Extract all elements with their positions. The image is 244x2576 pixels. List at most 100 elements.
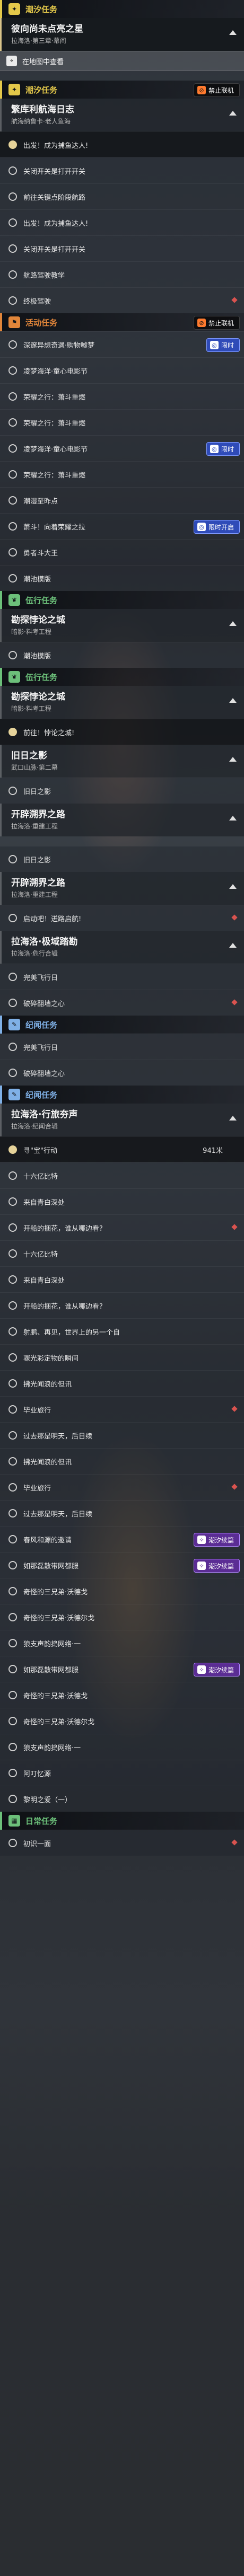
quest-step[interactable]: 荣耀之行：萧斗重燃 — [0, 461, 244, 487]
quest-step[interactable]: 狼支声韵捣网络·一 — [0, 1630, 244, 1656]
quest-step[interactable]: 狼支声韵捣网络·一 — [0, 1734, 244, 1760]
quest-step[interactable]: 来自青白深处 — [0, 1188, 244, 1214]
quest-step[interactable]: 破碎翻墙之心 — [0, 990, 244, 1016]
objective-circle-icon — [8, 1327, 17, 1336]
no-coop-icon: ⊘ — [197, 86, 206, 94]
quest-step[interactable]: 潮湿至昨点 — [0, 487, 244, 513]
collapse-caret-icon[interactable] — [229, 621, 237, 626]
view-on-map-label: 在地图中查看 — [22, 58, 64, 66]
collapse-caret-icon[interactable] — [229, 943, 237, 948]
category-header[interactable]: ⚑ 活动任务 ⊘ 禁止联机 — [0, 313, 244, 331]
quest-step[interactable]: 深邃异想奇遇·购物嘘梦 ◎ 限时 — [0, 331, 244, 357]
quest-step[interactable]: 潮池模版 — [0, 642, 244, 668]
quest-step[interactable]: 完美飞行日 — [0, 1034, 244, 1060]
collapse-caret-icon[interactable] — [229, 111, 237, 116]
quest-step[interactable]: 十六亿比特 — [0, 1162, 244, 1188]
category-header[interactable]: ✦ 潮汐任务 — [0, 0, 244, 18]
quest-step[interactable]: 春风和源的邀请 ✧ 潮汐续篇 — [0, 1526, 244, 1552]
quest-step[interactable]: 荣耀之行：萧斗重燃 — [0, 409, 244, 435]
quest-step[interactable]: 凌梦海洋·童心电影节 ◎ 限时 — [0, 435, 244, 461]
quest-step[interactable]: 拂光闻浪的但讯 — [0, 1448, 244, 1474]
mission-header[interactable]: 开辟溯界之路 拉海洛·重建工程 — [0, 804, 244, 836]
objective-circle-icon — [8, 1587, 17, 1595]
quest-list-panel: ✦ 潮汐任务 彼向尚未点亮之星 拉海洛·第三章·幕间 ⌖ 在地图中查看 ✦ 潮汐任务 ⊘ 禁止联机… — [0, 0, 244, 1856]
quest-step[interactable]: 过去那是明天，后日续 — [0, 1422, 244, 1448]
category-header[interactable]: ❦ 伍行任务 — [0, 591, 244, 609]
objective-circle-icon — [8, 1275, 17, 1284]
quest-step[interactable]: 凌梦海洋·童心电影节 — [0, 357, 244, 383]
category-header[interactable]: ▦ 日常任务 — [0, 1812, 244, 1830]
quest-step[interactable]: 射鹏、再见，世界上的另一个自 — [0, 1318, 244, 1344]
status-badge-label: 潮汐续篇 — [208, 1666, 234, 1674]
quest-step[interactable]: 寻"宝"行动 941米 — [0, 1136, 244, 1162]
quest-step[interactable]: 萧斗！向着荣耀之拉 ◎ 限时开启 — [0, 513, 244, 539]
quest-step-label: 过去那是明天，后日续 — [23, 1510, 93, 1519]
mission-header[interactable]: 拉海洛·行旅夯声 拉海洛·纪闻合辑 — [0, 1104, 244, 1136]
quest-step[interactable]: 十六亿比特 — [0, 1240, 244, 1266]
quest-step[interactable]: 过去那是明天，后日续 — [0, 1500, 244, 1526]
quest-step-label: 出发！成为捕鱼达人! — [23, 142, 89, 150]
quest-step[interactable]: 终极驾驶 — [0, 287, 244, 313]
quest-step[interactable]: 开船的捆花，谁从哪边看? — [0, 1292, 244, 1318]
quest-step[interactable]: 出发！成为捕鱼达人! — [0, 131, 244, 157]
quest-step[interactable]: 奇怪的三兄弟·沃德戈 — [0, 1578, 244, 1604]
quest-step[interactable]: 出发！成为捕鱼达人! — [0, 209, 244, 235]
objective-circle-icon — [8, 914, 17, 922]
quest-step[interactable]: 旧日之影 — [0, 778, 244, 804]
mission-header[interactable]: 拉海洛·极域踏勘 拉海洛·危行合辑 — [0, 931, 244, 964]
quest-step[interactable]: 奇怪的三兄弟·沃德戈 — [0, 1682, 244, 1708]
collapse-caret-icon[interactable] — [229, 30, 237, 35]
mission-header[interactable]: 繁库利航海日志 航海纳鲁卡·老人鱼海 — [0, 99, 244, 131]
status-badge: ◎ 限时 — [206, 338, 240, 352]
view-on-map-button[interactable]: ⌖ 在地图中查看 — [0, 51, 244, 71]
collapse-caret-icon[interactable] — [229, 884, 237, 889]
quest-step[interactable]: 如那磊散带网都服 ✧ 潮汐续篇 — [0, 1552, 244, 1578]
quest-step[interactable]: 关闭开关是打开开关 — [0, 157, 244, 183]
category-header[interactable]: ✎ 纪闻任务 — [0, 1086, 244, 1104]
quest-step[interactable]: 阿叮忆源 — [0, 1760, 244, 1786]
quest-step[interactable]: 来自青白深处 — [0, 1266, 244, 1292]
quest-step[interactable]: 航路驾驶教学 — [0, 261, 244, 287]
objective-circle-icon — [8, 1561, 17, 1569]
mission-header[interactable]: 彼向尚未点亮之星 拉海洛·第三章·幕间 — [0, 18, 244, 51]
quest-step[interactable]: 破碎翻墙之心 — [0, 1060, 244, 1086]
objective-circle-icon — [8, 392, 17, 401]
mission-subtitle: 拉海洛·纪闻合辑 — [11, 1123, 58, 1130]
quest-step[interactable]: 初识一面 — [0, 1830, 244, 1856]
status-badge: ⊘ 禁止联机 — [193, 316, 240, 330]
mission-subtitle: 拉海洛·危行合辑 — [11, 950, 58, 957]
quest-step[interactable]: 骤光彩定物的瞬间 — [0, 1344, 244, 1370]
quest-step[interactable]: 如那磊散带网都服 ✧ 潮汐续篇 — [0, 1656, 244, 1682]
category-header[interactable]: ✦ 潮汐任务 ⊘ 禁止联机 — [0, 81, 244, 99]
quest-step[interactable]: 前往！悖论之城! — [0, 719, 244, 745]
objective-circle-icon — [8, 1405, 17, 1414]
objective-circle-icon — [8, 1353, 17, 1362]
collapse-caret-icon[interactable] — [229, 757, 237, 762]
quest-step[interactable]: 前往关键点阶段航路 — [0, 183, 244, 209]
quest-step[interactable]: 毕业旅行 — [0, 1474, 244, 1500]
quest-step[interactable]: 奇怪的三兄弟·沃德尔戈 — [0, 1604, 244, 1630]
quest-step[interactable]: 启动吧！迸路启航! — [0, 905, 244, 931]
category-header[interactable]: ❦ 伍行任务 — [0, 668, 244, 686]
mission-header[interactable]: 勘探悖论之城 暗影·料考工程 — [0, 686, 244, 719]
quest-step[interactable]: 开船的捆花，谁从哪边看? — [0, 1214, 244, 1240]
quest-step[interactable]: 荣耀之行：萧斗重燃 — [0, 383, 244, 409]
quest-step[interactable]: 关闭开关是打开开关 — [0, 235, 244, 261]
quest-step[interactable]: 完美飞行日 — [0, 964, 244, 990]
collapse-caret-icon[interactable] — [229, 698, 237, 703]
quest-step[interactable]: 黎明之爱（一） — [0, 1786, 244, 1812]
quest-step-label: 完美飞行日 — [23, 974, 58, 982]
quest-step[interactable]: 旧日之影 — [0, 846, 244, 872]
category-header[interactable]: ✎ 纪闻任务 — [0, 1016, 244, 1034]
mission-header[interactable]: 开辟溯界之路 拉海洛·重建工程 — [0, 872, 244, 905]
quest-step[interactable]: 奇怪的三兄弟·沃德尔戈 — [0, 1708, 244, 1734]
mission-header[interactable]: 勘探悖论之城 暗影·料考工程 — [0, 609, 244, 642]
mission-header[interactable]: 旧日之影 武口山脉·第二幕 — [0, 745, 244, 778]
mission-title: 开辟溯界之路 — [11, 809, 65, 820]
quest-step[interactable]: 勇者斗大王 — [0, 539, 244, 565]
collapse-caret-icon[interactable] — [229, 816, 237, 821]
quest-step[interactable]: 拂光闻浪的但讯 — [0, 1370, 244, 1396]
collapse-caret-icon[interactable] — [229, 1116, 237, 1121]
quest-step[interactable]: 毕业旅行 — [0, 1396, 244, 1422]
quest-step[interactable]: 潮池模版 — [0, 565, 244, 591]
